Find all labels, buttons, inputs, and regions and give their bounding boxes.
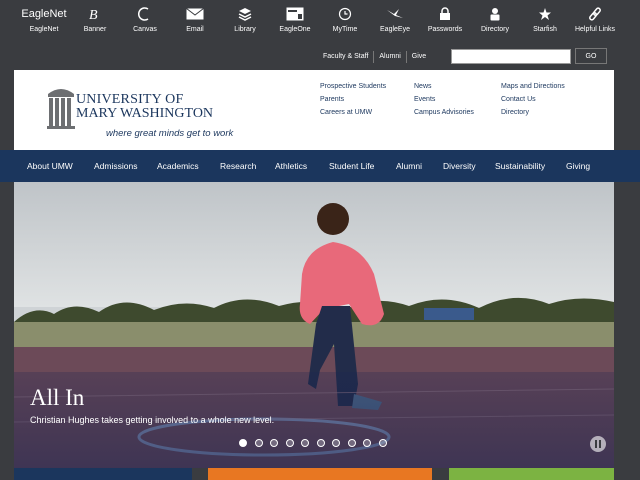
util-label: EagleNet — [29, 26, 59, 33]
util-mytime[interactable]: MyTime — [317, 4, 373, 33]
lock-icon — [440, 7, 450, 20]
bottom-tile-1[interactable] — [14, 468, 192, 480]
util-library[interactable]: Library — [217, 4, 273, 33]
util-email[interactable]: Email — [167, 4, 223, 33]
nav-research[interactable]: Research — [220, 150, 256, 182]
nav-student-life[interactable]: Student Life — [329, 150, 374, 182]
util-eaglenet[interactable]: EagleNet EagleNet — [16, 4, 72, 33]
header-links-col2: News Events Campus Advisories — [414, 80, 474, 119]
slide-dot[interactable] — [332, 439, 340, 447]
nav-admissions[interactable]: Admissions — [94, 150, 137, 182]
nav-diversity[interactable]: Diversity — [443, 150, 476, 182]
faculty-staff-link[interactable]: Faculty & Staff — [318, 51, 373, 63]
contact-us-link[interactable]: Contact Us — [501, 93, 565, 106]
nav-athletics[interactable]: Athletics — [275, 150, 307, 182]
logo-text-line2: MARY WASHINGTON — [76, 106, 214, 121]
nav-sustainability[interactable]: Sustainability — [495, 150, 545, 182]
util-eagleeye[interactable]: EagleEye — [367, 4, 423, 33]
alumni-link[interactable]: Alumni — [373, 51, 405, 63]
util-helpful-links[interactable]: Helpful Links — [567, 4, 623, 33]
util-label: Banner — [83, 26, 107, 33]
slide-dot[interactable] — [347, 439, 356, 447]
header-links-col1: Prospective Students Parents Careers at … — [320, 80, 386, 119]
util-label: EagleEye — [380, 26, 410, 33]
slide-dot[interactable] — [363, 439, 371, 447]
maps-directions-link[interactable]: Maps and Directions — [501, 80, 565, 93]
util-label: Passwords — [427, 26, 463, 33]
books-icon — [238, 8, 252, 21]
bottom-tile-3[interactable] — [449, 468, 614, 480]
go-button[interactable]: GO — [575, 48, 607, 64]
banner-b-icon: B — [89, 8, 98, 22]
svg-text:B: B — [89, 8, 98, 22]
slide-dot[interactable] — [270, 439, 278, 447]
util-canvas[interactable]: Canvas — [117, 4, 173, 33]
prospective-students-link[interactable]: Prospective Students — [320, 80, 386, 93]
hero-slideshow[interactable]: All In Christian Hughes takes getting in… — [14, 182, 614, 468]
util-label: Library — [234, 26, 256, 33]
util-label: Canvas — [133, 26, 157, 33]
id-card-icon — [286, 7, 304, 21]
util-label: MyTime — [332, 26, 358, 33]
util-label: Directory — [480, 26, 509, 33]
person-icon — [490, 8, 500, 21]
site-header: UNIVERSITY OF MARY WASHINGTON where grea… — [14, 70, 614, 150]
logo-tagline: where great minds get to work — [106, 128, 234, 139]
envelope-icon — [186, 8, 204, 20]
eaglenet-wordmark: EagleNet — [21, 8, 67, 20]
starfish-icon — [539, 8, 551, 20]
slide-dot[interactable] — [301, 439, 309, 447]
hero-subtitle: Christian Hughes takes getting involved … — [30, 415, 275, 425]
utility-bar: EagleNet EagleNet B Banner Canvas Email … — [0, 0, 640, 42]
util-eagleone[interactable]: EagleOne — [267, 4, 323, 33]
util-passwords[interactable]: Passwords — [417, 4, 473, 33]
hero-title[interactable]: All In — [30, 385, 84, 411]
search-input[interactable] — [451, 49, 571, 64]
header-links-col3: Maps and Directions Contact Us Directory — [501, 80, 565, 119]
slide-dot[interactable] — [254, 439, 263, 447]
columns-logo-icon — [47, 89, 75, 129]
slide-dot[interactable] — [239, 439, 247, 447]
directory-link[interactable]: Directory — [501, 106, 565, 119]
clock-icon — [338, 7, 352, 21]
link-icon — [589, 7, 601, 21]
events-link[interactable]: Events — [414, 93, 474, 106]
util-label: Email — [186, 26, 204, 33]
nav-academics[interactable]: Academics — [157, 150, 199, 182]
bottom-tile-2[interactable] — [208, 468, 432, 480]
umw-logo[interactable]: UNIVERSITY OF MARY WASHINGTON where grea… — [46, 78, 246, 142]
slide-dot[interactable] — [285, 439, 294, 447]
pause-button[interactable] — [590, 436, 606, 452]
secondary-links: Faculty & Staff Alumni Give — [318, 50, 431, 64]
parents-link[interactable]: Parents — [320, 93, 386, 106]
careers-link[interactable]: Careers at UMW — [320, 106, 386, 119]
util-directory[interactable]: Directory — [467, 4, 523, 33]
news-link[interactable]: News — [414, 80, 474, 93]
nav-giving[interactable]: Giving — [566, 150, 590, 182]
eagle-icon — [387, 9, 403, 18]
util-label: EagleOne — [279, 26, 311, 33]
give-link[interactable]: Give — [405, 51, 431, 63]
nav-about[interactable]: About UMW — [27, 150, 73, 182]
main-nav: About UMW Admissions Academics Research … — [0, 150, 640, 182]
util-starfish[interactable]: Starfish — [517, 4, 573, 33]
canvas-c-icon — [138, 7, 149, 21]
slide-dot[interactable] — [316, 439, 325, 447]
slide-dot[interactable] — [378, 439, 387, 447]
util-banner[interactable]: B Banner — [67, 4, 123, 33]
nav-alumni[interactable]: Alumni — [396, 150, 422, 182]
util-label: Helpful Links — [574, 26, 616, 33]
campus-advisories-link[interactable]: Campus Advisories — [414, 106, 474, 119]
util-label: Starfish — [533, 26, 557, 33]
